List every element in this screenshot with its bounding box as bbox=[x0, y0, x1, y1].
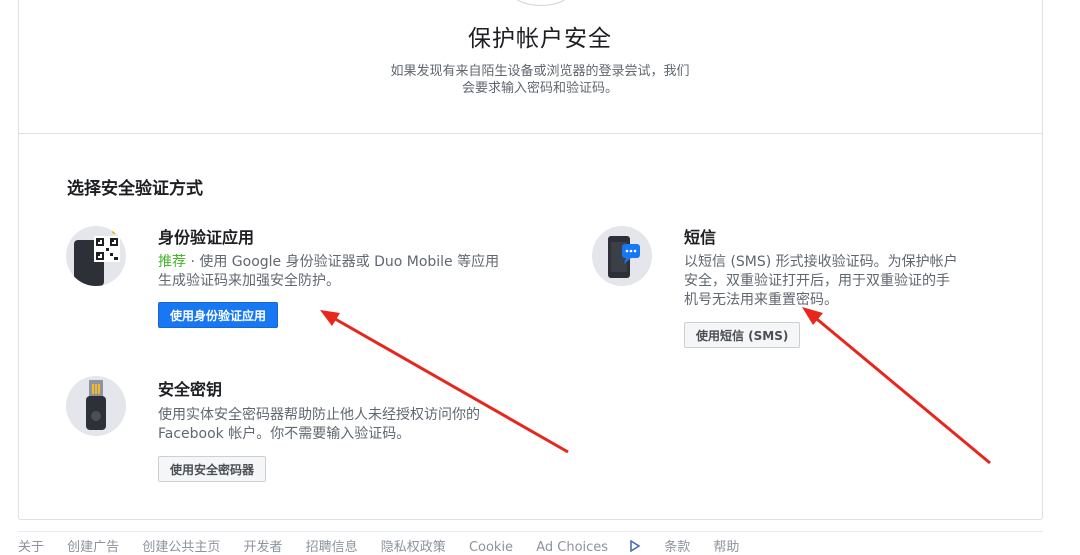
footer-divider bbox=[18, 531, 1043, 532]
footer-link-privacy[interactable]: 隐私权政策 bbox=[381, 540, 446, 555]
footer-link-help[interactable]: 帮助 bbox=[713, 540, 739, 555]
annotation-arrow-sms bbox=[811, 313, 991, 465]
footer-links: 关于 创建广告 创建公共主页 开发者 招聘信息 隐私权政策 Cookie Ad … bbox=[18, 536, 758, 555]
footer-link-ad-choices-label: Ad Choices bbox=[536, 540, 609, 555]
annotation-arrows bbox=[320, 307, 991, 465]
annotation-arrowhead-auth-app bbox=[320, 310, 340, 326]
footer-link-ad-choices[interactable]: Ad Choices bbox=[536, 539, 641, 555]
annotation-arrow-auth-app bbox=[329, 314, 569, 454]
footer-link-about[interactable]: 关于 bbox=[18, 540, 44, 555]
ad-choices-icon bbox=[630, 539, 641, 553]
footer-link-terms[interactable]: 条款 bbox=[664, 540, 690, 555]
footer-link-cookie[interactable]: Cookie bbox=[469, 540, 513, 555]
footer-link-create-ad[interactable]: 创建广告 bbox=[67, 540, 119, 555]
footer-link-developers[interactable]: 开发者 bbox=[243, 540, 282, 555]
footer-link-create-page[interactable]: 创建公共主页 bbox=[142, 540, 220, 555]
footer-link-careers[interactable]: 招聘信息 bbox=[306, 540, 358, 555]
